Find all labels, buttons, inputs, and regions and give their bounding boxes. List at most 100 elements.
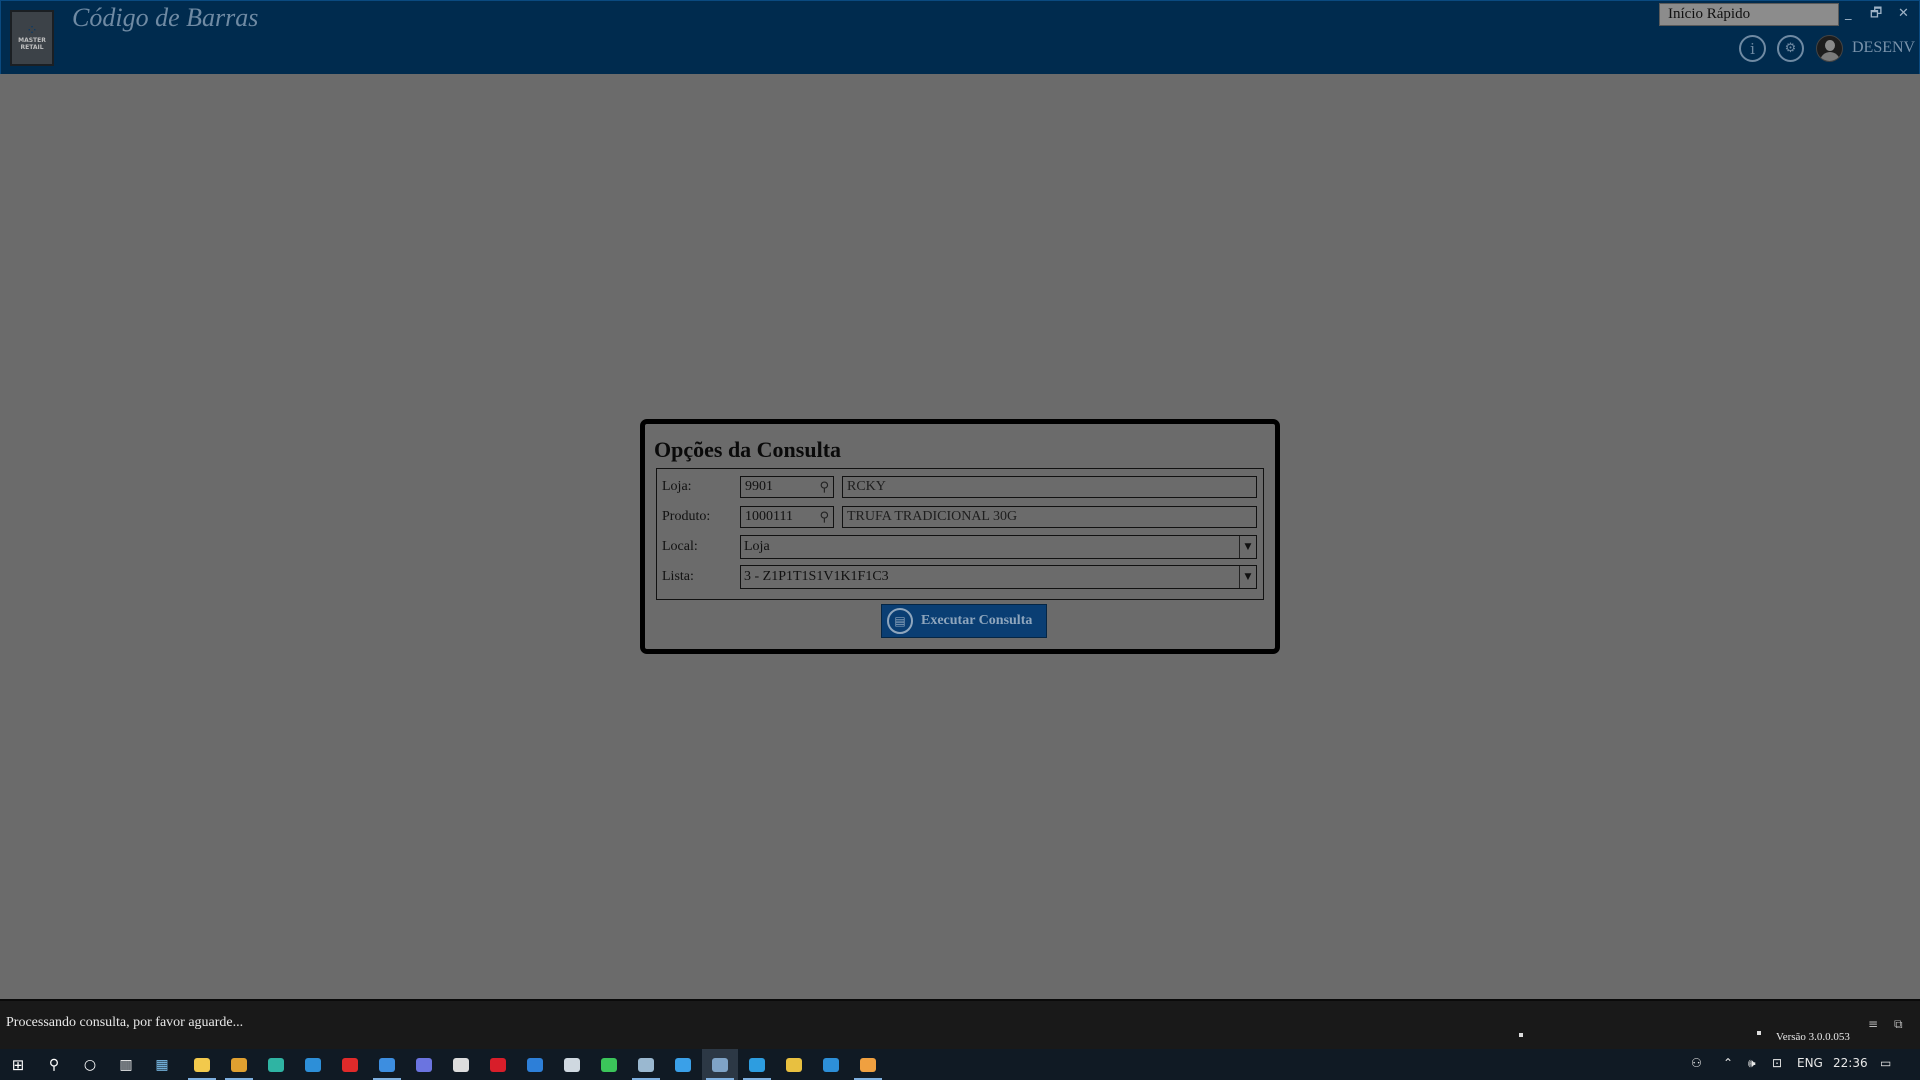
dialog-title: Opções da Consulta — [654, 437, 842, 462]
clock[interactable]: 22:36 — [1833, 1056, 1868, 1070]
taskbar-app-button[interactable] — [332, 1049, 368, 1080]
taskbar-app-button[interactable] — [221, 1049, 257, 1080]
search-icon: ⚲ — [48, 1056, 60, 1073]
store-button[interactable]: ▦ — [144, 1049, 180, 1080]
language-indicator[interactable]: ENG — [1797, 1056, 1823, 1070]
taskbar-app-button[interactable] — [776, 1049, 812, 1080]
loja-search-icon[interactable]: ⚲ — [819, 479, 829, 497]
vscode-icon — [305, 1057, 321, 1072]
taskbar-app-button[interactable] — [850, 1049, 886, 1080]
start-button[interactable]: ⊞ — [0, 1049, 36, 1080]
produto-search-icon[interactable]: ⚲ — [819, 509, 829, 527]
loja-code-value: 9901 — [745, 479, 773, 494]
task-view-button[interactable]: ▥ — [108, 1049, 144, 1080]
edge-icon — [268, 1057, 284, 1072]
user-name[interactable]: DESENV — [1852, 39, 1915, 57]
task-view-icon: ▥ — [119, 1056, 133, 1073]
remote-desktop-icon — [638, 1057, 654, 1072]
query-form: Loja: 9901 ⚲ RCKY Produto: 1000111 ⚲ TRU… — [656, 468, 1264, 600]
logo-text: MASTER RETAIL — [18, 37, 46, 51]
store-icon: ▦ — [155, 1056, 169, 1073]
produto-code-value: 1000111 — [745, 509, 793, 524]
windows-icon: ⊞ — [11, 1055, 25, 1074]
avatar[interactable] — [1816, 35, 1843, 62]
browser-blue-icon — [527, 1057, 543, 1072]
taskbar-app-button[interactable] — [739, 1049, 775, 1080]
whatsapp-icon — [601, 1057, 617, 1072]
tool-icon — [860, 1057, 876, 1072]
taskbar-app-button[interactable] — [369, 1049, 405, 1080]
close-button[interactable]: ✕ — [1898, 7, 1909, 21]
search-button[interactable]: ⚲ — [36, 1049, 72, 1080]
local-select[interactable]: Loja ▼ — [740, 535, 1257, 559]
github-icon — [564, 1057, 580, 1072]
windows-taskbar: ⊞ ⚲ ○ ▥ ▦ ⚇ ⌃ 🕪 ⊡ ENG 22:36 ▭ — [0, 1049, 1920, 1080]
taskbar-app-button[interactable] — [258, 1049, 294, 1080]
info-icon[interactable]: i — [1739, 35, 1766, 62]
taskbar-app-button[interactable] — [443, 1049, 479, 1080]
chevron-down-icon[interactable]: ▼ — [1239, 536, 1256, 558]
produto-description-field: TRUFA TRADICIONAL 30G — [842, 506, 1257, 528]
app-red-icon — [490, 1057, 506, 1072]
window-switch-icon[interactable]: ⧉ — [1894, 1017, 1903, 1032]
status-indicator — [1519, 1033, 1523, 1037]
taskbar-app-button[interactable] — [591, 1049, 627, 1080]
mail-icon — [379, 1057, 395, 1072]
taskbar-app-button[interactable] — [665, 1049, 701, 1080]
volume-icon[interactable]: 🕪 — [1748, 1056, 1756, 1071]
execute-query-button[interactable]: ▤ Executar Consulta — [881, 604, 1047, 638]
taskbar-app-button[interactable] — [295, 1049, 331, 1080]
lista-selected-value: 3 - Z1P1T1S1V1K1F1C3 — [744, 569, 889, 584]
terminal-icon — [675, 1057, 691, 1072]
window-title: Código de Barras — [72, 3, 259, 32]
taskbar-app-button[interactable] — [554, 1049, 590, 1080]
lista-label: Lista: — [662, 569, 694, 584]
taskbar-app-button[interactable] — [480, 1049, 516, 1080]
local-selected-value: Loja — [744, 539, 770, 554]
logo-icon: ⁘ — [26, 23, 38, 39]
loja-description-field: RCKY — [842, 476, 1257, 498]
version-label: Versão 3.0.0.053 — [1776, 1031, 1850, 1043]
taskbar-app-button[interactable] — [406, 1049, 442, 1080]
loja-code-field[interactable]: 9901 ⚲ — [740, 476, 834, 498]
chrome-icon — [231, 1057, 247, 1072]
minimize-button[interactable]: _ — [1845, 7, 1852, 21]
execute-query-label: Executar Consulta — [921, 613, 1033, 628]
app-title-bar: ⁘ MASTER RETAIL Código de Barras Início … — [0, 0, 1920, 74]
status-message: Processando consulta, por favor aguarde.… — [6, 1015, 244, 1030]
restore-button[interactable]: 🗗 — [1870, 7, 1882, 21]
circle-icon: ○ — [83, 1056, 97, 1073]
chevron-down-icon[interactable]: ▼ — [1239, 566, 1256, 588]
taskbar-app-button[interactable] — [517, 1049, 553, 1080]
quick-start-search[interactable]: Início Rápido — [1659, 3, 1839, 26]
taskbar-app-button[interactable] — [184, 1049, 220, 1080]
database-icon[interactable]: ≡ — [1868, 1017, 1878, 1031]
taskbar-app-button[interactable] — [628, 1049, 664, 1080]
network-icon[interactable]: ⊡ — [1772, 1056, 1782, 1070]
notifications-icon[interactable]: ▭ — [1880, 1056, 1891, 1070]
app-logo: ⁘ MASTER RETAIL — [10, 10, 54, 66]
git-icon — [786, 1057, 802, 1072]
taskbar-app-button[interactable] — [702, 1049, 738, 1080]
local-label: Local: — [662, 539, 698, 554]
document-icon: ▤ — [887, 608, 913, 634]
file-explorer-icon — [194, 1057, 210, 1072]
status-bar: Processando consulta, por favor aguarde.… — [0, 999, 1920, 1049]
people-icon[interactable]: ⚇ — [1691, 1056, 1702, 1070]
discord-icon — [416, 1057, 432, 1072]
taskbar-app-button[interactable] — [813, 1049, 849, 1080]
chevron-up-icon[interactable]: ⌃ — [1723, 1056, 1733, 1070]
rdp-icon — [749, 1057, 765, 1072]
produto-label: Produto: — [662, 509, 711, 524]
gear-icon[interactable]: ⚙ — [1777, 35, 1804, 62]
opera-icon — [342, 1057, 358, 1072]
query-options-dialog: Opções da Consulta Loja: 9901 ⚲ RCKY Pro… — [640, 419, 1280, 654]
loja-label: Loja: — [662, 479, 692, 494]
master-retail-icon — [712, 1057, 728, 1072]
cortana-button[interactable]: ○ — [72, 1049, 108, 1080]
produto-code-field[interactable]: 1000111 ⚲ — [740, 506, 834, 528]
status-indicator — [1757, 1031, 1761, 1035]
plane-icon — [453, 1057, 469, 1072]
lista-select[interactable]: 3 - Z1P1T1S1V1K1F1C3 ▼ — [740, 565, 1257, 589]
vscode-2-icon — [823, 1057, 839, 1072]
